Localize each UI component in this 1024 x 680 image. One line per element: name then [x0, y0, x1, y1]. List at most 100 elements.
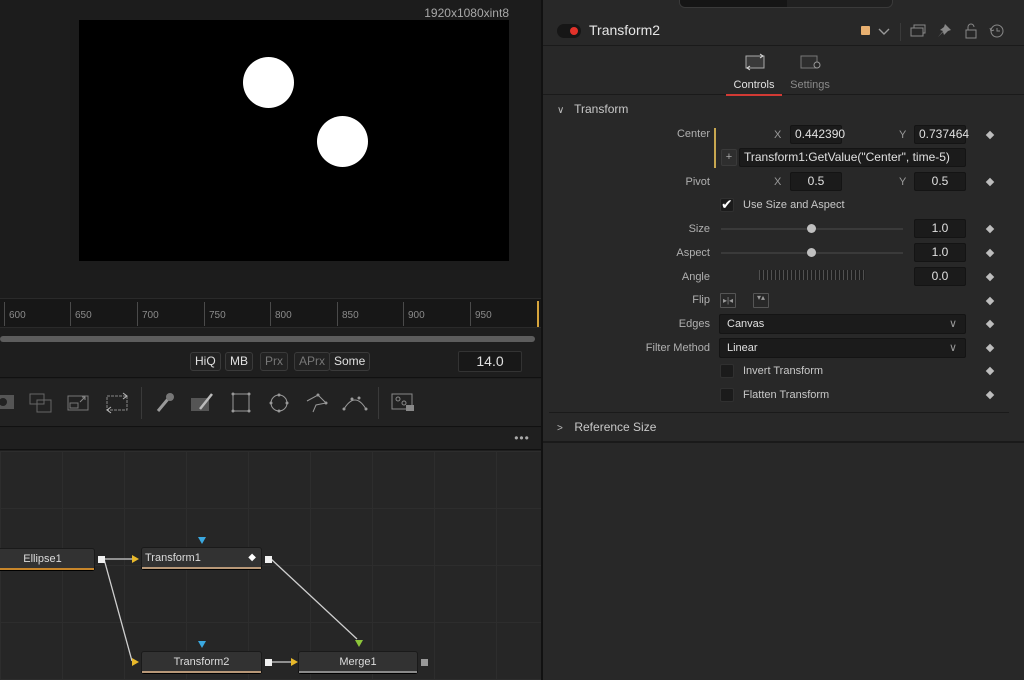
proxy-button[interactable]: Prx — [260, 352, 288, 371]
transform1-input-port[interactable] — [132, 555, 139, 563]
flip-horizontal-button[interactable]: ▸|◂ — [720, 293, 736, 308]
more-options-button[interactable]: ••• — [509, 432, 535, 446]
reset-icon[interactable] — [988, 22, 1006, 40]
transform2-input-port[interactable] — [132, 658, 139, 666]
aspect-slider-handle[interactable] — [807, 248, 816, 257]
chevron-down-icon[interactable] — [875, 22, 893, 40]
viewer[interactable]: 1920x1080xint8 — [0, 0, 541, 298]
keyframe-diamond-icon[interactable] — [985, 177, 995, 187]
keyframe-diamond-icon[interactable] — [985, 343, 995, 353]
center-y-input[interactable]: 0.737464 — [914, 125, 969, 144]
keyframe-diamond-icon[interactable] — [985, 319, 995, 329]
auto-proxy-button[interactable]: APrx — [294, 352, 331, 371]
node-ellipse1[interactable]: Ellipse1 — [0, 548, 95, 570]
scrollbar-thumb[interactable] — [0, 336, 535, 342]
pin-icon[interactable] — [935, 22, 953, 40]
section-divider — [549, 412, 1009, 413]
inspector-subtabs: Controls Settings — [543, 47, 1024, 96]
keyframe-diamond-icon[interactable] — [985, 296, 995, 306]
merge1-output-port[interactable] — [421, 659, 428, 666]
angle-thumbwheel[interactable] — [719, 268, 905, 282]
tool-enable-toggle[interactable] — [557, 24, 581, 38]
merge1-foreground-input[interactable] — [355, 640, 363, 647]
aspect-input[interactable]: 1.0 — [914, 243, 966, 262]
pivot-y-label: Y — [899, 176, 907, 188]
edges-label: Edges — [678, 318, 710, 330]
use-size-aspect-checkbox[interactable]: ✔ — [720, 196, 734, 212]
selective-update-button[interactable]: Some — [329, 352, 371, 371]
transform1-output-port[interactable] — [265, 556, 272, 563]
size-input[interactable]: 1.0 — [914, 219, 966, 238]
chevron-down-icon: ∨ — [557, 105, 565, 116]
polygon-mask-tool-icon[interactable] — [304, 391, 330, 415]
lock-icon[interactable] — [962, 22, 980, 40]
node-transform2[interactable]: Transform2 — [141, 651, 262, 673]
transform-tool-icon[interactable] — [28, 391, 54, 415]
node-label: Merge1 — [339, 656, 377, 668]
expression-indicator-bar — [714, 128, 716, 168]
merge-tool-icon[interactable] — [0, 391, 16, 415]
angle-label: Angle — [681, 271, 710, 283]
viewer-canvas[interactable] — [79, 20, 509, 261]
tab-label: Controls — [733, 79, 775, 91]
tab-settings[interactable]: Settings — [780, 51, 840, 95]
keyframe-diamond-icon[interactable] — [985, 366, 995, 376]
ellipse1-output-port[interactable] — [98, 556, 105, 563]
keyframe-diamond-icon[interactable] — [985, 224, 995, 234]
toolbar-separator — [378, 387, 379, 419]
ellipse-mask-tool-icon[interactable] — [266, 391, 292, 415]
transform1-mask-input[interactable] — [198, 537, 206, 544]
node-merge1[interactable]: Merge1 — [298, 651, 418, 673]
tab-tools[interactable]: Tools — [680, 0, 787, 7]
node-editor-header: ••• — [0, 428, 541, 450]
transform2-mask-input[interactable] — [198, 641, 206, 648]
rectangle-mask-tool-icon[interactable] — [228, 391, 254, 415]
motion-blur-button[interactable]: MB — [225, 352, 253, 371]
versions-icon[interactable] — [909, 22, 927, 40]
timeline-scrollbar[interactable] — [0, 328, 541, 348]
resolution-label: 1920x1080xint8 — [424, 6, 509, 20]
current-frame-field[interactable]: 14.0 — [458, 351, 522, 372]
playhead[interactable] — [537, 301, 539, 327]
paint-tool-icon[interactable] — [190, 391, 216, 415]
keyframe-diamond-icon[interactable] — [985, 248, 995, 258]
merge1-background-input[interactable] — [291, 658, 298, 666]
edges-dropdown[interactable]: Canvas ∨ — [719, 314, 966, 334]
flip-vertical-button[interactable]: ▾▴ — [753, 293, 769, 308]
section-transform-header[interactable]: ∨ Transform — [557, 102, 628, 124]
flip-label: Flip — [692, 294, 710, 306]
color-picker-tool-icon[interactable] — [152, 391, 178, 415]
inspector-panel: Tools Modifiers Transform2 Controls Sett… — [543, 0, 1024, 680]
pivot-y-input[interactable]: 0.5 — [914, 172, 966, 191]
ruler-tick: 600 — [4, 302, 26, 326]
center-x-input[interactable]: 0.442390 — [790, 125, 845, 144]
invert-transform-checkbox[interactable] — [720, 364, 734, 378]
angle-input[interactable]: 0.0 — [914, 267, 966, 286]
tab-controls[interactable]: Controls — [724, 51, 784, 96]
keyframe-diamond-icon[interactable] — [985, 390, 995, 400]
tab-modifiers[interactable]: Modifiers — [787, 0, 892, 7]
filter-method-dropdown[interactable]: Linear ∨ — [719, 338, 966, 358]
crop-tool-icon[interactable] — [104, 391, 130, 415]
tool-color-swatch[interactable] — [861, 26, 870, 35]
resize-tool-icon[interactable] — [65, 391, 91, 415]
transform2-output-port[interactable] — [265, 659, 272, 666]
bspline-mask-tool-icon[interactable] — [342, 391, 368, 415]
flatten-transform-checkbox[interactable] — [720, 388, 734, 402]
pivot-x-input[interactable]: 0.5 — [790, 172, 842, 191]
node-graph[interactable]: Ellipse1 Transform1 ◆ Transform2 Merge1 — [0, 451, 541, 680]
size-slider-handle[interactable] — [807, 224, 816, 233]
node-view-tool-icon[interactable] — [390, 391, 416, 415]
node-transform1[interactable]: Transform1 ◆ — [141, 547, 262, 569]
section-reference-size-header[interactable]: > Reference Size — [557, 420, 656, 442]
section-divider — [543, 441, 1024, 443]
center-expression-input[interactable]: Transform1:GetValue("Center", time-5) — [739, 148, 966, 167]
tool-name: Transform2 — [589, 22, 661, 38]
toolbar-separator — [141, 387, 142, 419]
keyframe-diamond-icon[interactable] — [985, 272, 995, 282]
center-label: Center — [676, 128, 710, 140]
expression-plus-button[interactable]: + — [721, 149, 737, 166]
hiq-button[interactable]: HiQ — [190, 352, 221, 371]
keyframe-diamond-icon[interactable] — [985, 130, 995, 140]
timeline-ruler[interactable]: 600 650 700 750 800 850 900 950 — [0, 298, 541, 328]
